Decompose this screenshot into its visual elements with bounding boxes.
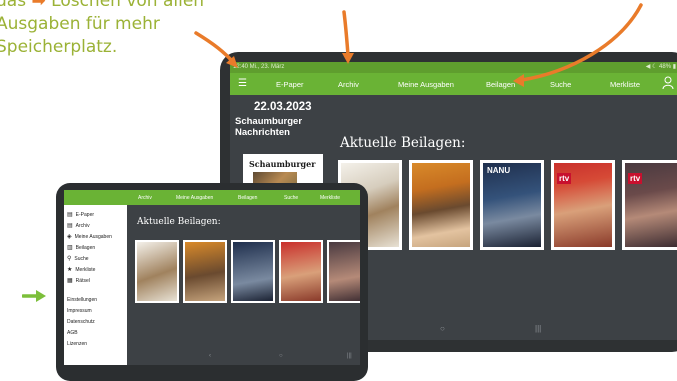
supplement-tile[interactable]: NANU: [480, 160, 544, 250]
menu-icon[interactable]: ☰: [238, 79, 247, 89]
supplement-cover: rtv: [625, 163, 677, 247]
caption-line2: Ausgaben für mehr: [0, 14, 160, 34]
menu-item-epaper[interactable]: ▤ E-Paper: [67, 211, 94, 218]
caption-line1-suffix: Löschen von allen: [51, 0, 205, 11]
small-main-content: Aktuelle Beilagen: ‹ ○ |||: [127, 205, 360, 365]
frontpage-masthead: Schaumburger: [249, 159, 316, 169]
menu-item-merkliste[interactable]: ★ Merkliste: [67, 266, 95, 273]
menu-item-raetsel[interactable]: ▦ Rätsel: [67, 277, 90, 284]
orange-arrow-archiv: [342, 10, 350, 57]
menu-item-label: E-Paper: [75, 212, 95, 218]
small-supplement-tile[interactable]: [231, 240, 275, 303]
small-supplement-tile[interactable]: [135, 240, 179, 303]
menu-item-beilagen[interactable]: ▥ Beilagen: [67, 244, 95, 251]
star-icon: ★: [67, 267, 73, 273]
link-einstellungen[interactable]: Einstellungen: [67, 297, 97, 303]
small-tablet-screen: Archiv Meine Ausgaben Beilagen Suche Mer…: [64, 190, 360, 365]
supplements-heading: Aktuelle Beilagen:: [340, 135, 466, 151]
menu-item-archiv[interactable]: ▤ Archiv: [67, 222, 90, 229]
small-home-button[interactable]: ○: [279, 353, 283, 359]
supplements-icon: ▥: [67, 245, 73, 251]
green-arrow-icon: [22, 290, 46, 302]
menu-item-label: Merkliste: [75, 267, 96, 273]
small-supplement-tile[interactable]: [183, 240, 227, 303]
link-impressum[interactable]: Impressum: [67, 308, 92, 314]
nav-epaper[interactable]: E-Paper: [276, 80, 304, 89]
menu-item-label: Rätsel: [75, 278, 90, 284]
link-agb[interactable]: AGB: [67, 330, 78, 336]
nav-merkliste[interactable]: Merkliste: [610, 80, 640, 89]
epaper-icon: ▤: [67, 212, 73, 218]
recents-button[interactable]: |||: [535, 324, 541, 333]
supplement-tile[interactable]: rtv: [622, 160, 677, 250]
menu-item-label: Beilagen: [75, 245, 96, 251]
home-button[interactable]: ○: [440, 324, 445, 333]
top-navigation: ☰ E-Paper Archiv Meine Ausgaben Beilagen…: [230, 73, 677, 95]
small-nav-meine-ausgaben[interactable]: Meine Ausgaben: [176, 195, 213, 201]
small-nav-beilagen[interactable]: Beilagen: [238, 195, 257, 201]
issue-date: 22.03.2023: [254, 101, 312, 113]
paper-title-line2: Nachrichten: [235, 127, 290, 138]
status-icons: ◀ ☾ 48% ▮: [645, 64, 676, 70]
link-lizenzen[interactable]: Lizenzen: [67, 341, 87, 347]
small-top-navigation: Archiv Meine Ausgaben Beilagen Suche Mer…: [64, 190, 360, 205]
caption-text: das ➡ Löschen von allen Ausgaben für meh…: [0, 0, 236, 59]
supplement-cover: [329, 242, 360, 301]
supplement-tile[interactable]: [409, 160, 473, 250]
supplement-cover: [233, 242, 273, 301]
small-nav-merkliste[interactable]: Merkliste: [320, 195, 340, 201]
search-icon: ⚲: [67, 256, 72, 262]
small-supplement-tile[interactable]: [327, 240, 360, 303]
paper-title: Schaumburger Nachrichten: [235, 116, 302, 138]
supplement-cover: [185, 242, 225, 301]
nav-suche[interactable]: Suche: [550, 80, 571, 89]
supplement-cover: [281, 242, 321, 301]
nav-beilagen[interactable]: Beilagen: [486, 80, 515, 89]
nav-archiv[interactable]: Archiv: [338, 80, 359, 89]
tile-badge: rtv: [557, 173, 572, 184]
arrow-right-icon: ➡: [31, 0, 46, 11]
small-tablet: Archiv Meine Ausgaben Beilagen Suche Mer…: [56, 183, 368, 381]
menu-item-label: Archiv: [75, 223, 90, 229]
paper-title-line1: Schaumburger: [235, 116, 303, 127]
issues-icon: ◈: [67, 234, 72, 240]
menu-item-label: Suche: [74, 256, 89, 262]
caption-line3: Speicherplatz.: [0, 37, 118, 57]
menu-item-suche[interactable]: ⚲ Suche: [67, 255, 89, 262]
small-back-button[interactable]: ‹: [209, 353, 211, 359]
supplement-cover: NANU: [483, 163, 541, 247]
side-menu: ▤ E-Paper ▤ Archiv ◈ Meine Ausgaben ▥ Beilag…: [64, 205, 127, 365]
small-supplement-tile[interactable]: [279, 240, 323, 303]
caption-line1-prefix: das: [0, 0, 27, 11]
puzzle-icon: ▦: [67, 278, 73, 284]
small-nav-suche[interactable]: Suche: [284, 195, 298, 201]
nav-meine-ausgaben[interactable]: Meine Ausgaben: [398, 80, 454, 89]
tile-badge: NANU: [487, 166, 511, 175]
small-nav-archiv[interactable]: Archiv: [138, 195, 152, 201]
small-supplements-heading: Aktuelle Beilagen:: [137, 217, 221, 227]
supplement-tile[interactable]: rtv: [551, 160, 615, 250]
status-time: 12:40 Mi., 23. März: [233, 64, 285, 70]
small-recents-button[interactable]: |||: [347, 353, 352, 359]
archive-icon: ▤: [67, 223, 73, 229]
menu-item-meine-ausgaben[interactable]: ◈ Meine Ausgaben: [67, 233, 112, 240]
status-bar: 12:40 Mi., 23. März ◀ ☾ 48% ▮: [230, 62, 677, 73]
supplement-cover: [137, 242, 177, 301]
menu-item-label: Meine Ausgaben: [74, 234, 112, 240]
link-datenschutz[interactable]: Datenschutz: [67, 319, 95, 325]
small-system-nav-bar: ‹ ○ |||: [127, 351, 360, 365]
tile-badge: rtv: [628, 173, 643, 184]
supplement-cover: rtv: [554, 163, 612, 247]
user-icon[interactable]: [662, 76, 674, 90]
supplement-cover: [412, 163, 470, 247]
